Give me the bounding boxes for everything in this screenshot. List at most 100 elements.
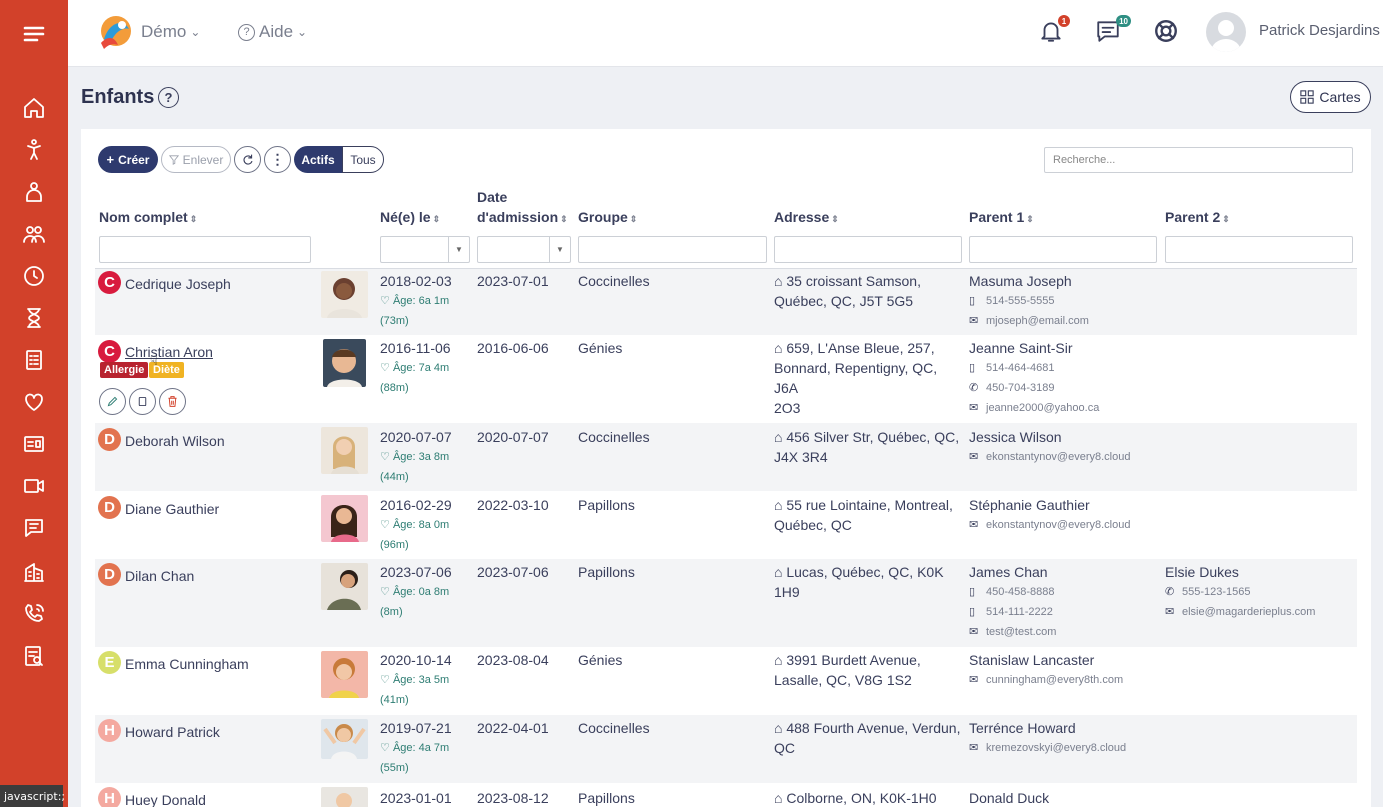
all-filter-button[interactable]: Tous xyxy=(342,146,384,173)
parent1-name[interactable]: Jeanne Saint-Sir xyxy=(969,338,1099,358)
parent2-filter-input[interactable] xyxy=(1165,236,1353,263)
table-row[interactable]: C Christian Aron Allergie Diète ☟ 2016-1… xyxy=(95,335,1357,423)
messages-button[interactable]: 10 xyxy=(1095,15,1131,48)
address-cell: ⌂ 456 Silver Str, Québec, QC, J4X 3R4 xyxy=(774,427,964,467)
notifications-button[interactable]: 1 xyxy=(1038,15,1070,48)
col-header-parent2[interactable]: Parent 2 ⇕ xyxy=(1165,207,1230,229)
born-cell: 2016-02-29 ♡ Âge: 8a 0m (96m) xyxy=(380,495,452,555)
col-header-parent1[interactable]: Parent 1 ⇕ xyxy=(969,207,1034,229)
parent1-name[interactable]: Terrénce Howard xyxy=(969,718,1126,738)
table-row[interactable]: D Deborah Wilson 2020-07-07 ♡ Âge: 3a 8m… xyxy=(95,423,1357,491)
pencil-icon xyxy=(107,396,118,407)
child-name[interactable]: Cedrique Joseph xyxy=(125,276,231,292)
child-name[interactable]: Emma Cunningham xyxy=(125,656,249,672)
admission-filter-input[interactable]: ▼ xyxy=(477,236,571,263)
address-filter-input[interactable] xyxy=(774,236,962,263)
demo-dropdown[interactable]: Démo ⌄ xyxy=(141,22,200,42)
table-row[interactable]: D Dilan Chan 2023-07-06 ♡ Âge: 0a 8m (8m… xyxy=(95,559,1357,647)
report-icon[interactable] xyxy=(0,636,68,676)
born-date: 2018-02-03 xyxy=(380,273,452,289)
bell-icon: ♡ xyxy=(380,586,390,598)
active-filter-button[interactable]: Actifs xyxy=(294,146,342,173)
parent2-name[interactable]: Elsie Dukes xyxy=(1165,562,1315,582)
address-cell: ⌂ 55 rue Lointaine, Montreal, Québec, QC xyxy=(774,495,964,535)
table-row[interactable]: H Howard Patrick 2019-07-21 ♡ Âge: 4a 7m… xyxy=(95,715,1357,783)
address-line: Québec, QC, J5T 5G5 xyxy=(774,293,914,309)
hourglass-icon[interactable] xyxy=(0,298,68,338)
more-options-button[interactable]: ⋮ xyxy=(264,146,291,173)
group-name: Papillons xyxy=(578,564,635,580)
initial-badge: C xyxy=(98,271,121,294)
message-icon[interactable] xyxy=(0,508,68,548)
heart-icon[interactable] xyxy=(0,382,68,422)
checklist-icon[interactable] xyxy=(0,340,68,380)
admission-date: 2023-07-01 xyxy=(477,273,549,289)
app-logo[interactable] xyxy=(96,15,134,51)
age-text: ♡ Âge: 8a 0m xyxy=(380,515,452,535)
child-name[interactable]: Christian Aron xyxy=(125,344,213,360)
child-name[interactable]: Huey Donald xyxy=(125,792,206,807)
table-row[interactable]: C Cedrique Joseph 2018-02-03 ♡ Âge: 6a 1… xyxy=(95,269,1357,335)
born-date: 2016-11-06 xyxy=(380,340,451,356)
col-header-name[interactable]: Nom complet ⇕ xyxy=(99,207,197,229)
refresh-button[interactable] xyxy=(234,146,261,173)
born-filter-input[interactable]: ▼ xyxy=(380,236,470,263)
mobile-icon: ▯ xyxy=(969,586,976,598)
user-name[interactable]: Patrick Desjardins xyxy=(1259,22,1380,39)
create-button[interactable]: + Créer xyxy=(98,146,158,173)
parent1-name[interactable]: Stanislaw Lancaster xyxy=(969,650,1123,670)
support-button[interactable] xyxy=(1153,18,1181,48)
age-value: Âge: 3a 8m xyxy=(392,451,450,463)
child-name[interactable]: Diane Gauthier xyxy=(125,501,219,517)
age-value: Âge: 3a 5m xyxy=(392,674,450,686)
phone-call-icon[interactable] xyxy=(0,594,68,634)
child-name[interactable]: Deborah Wilson xyxy=(125,433,225,449)
age-months: (55m) xyxy=(380,762,409,774)
parent1-email: ✉ jeanne2000@yahoo.ca xyxy=(969,398,1099,418)
copy-button[interactable] xyxy=(129,388,156,415)
chevron-down-icon[interactable]: ▼ xyxy=(448,237,469,262)
cards-view-button[interactable]: Cartes xyxy=(1290,81,1371,113)
parents-icon[interactable] xyxy=(0,214,68,254)
col-header-group[interactable]: Groupe ⇕ xyxy=(578,207,637,229)
parent1-name[interactable]: Stéphanie Gauthier xyxy=(969,495,1130,515)
search-input[interactable]: Recherche... xyxy=(1044,147,1353,173)
group-name: Génies xyxy=(578,340,623,356)
parent1-filter-input[interactable] xyxy=(969,236,1157,263)
home-icon[interactable] xyxy=(0,88,68,128)
child-name[interactable]: Dilan Chan xyxy=(125,568,194,584)
parent1-name[interactable]: Donald Duck xyxy=(969,788,1049,807)
hamburger-menu-icon[interactable] xyxy=(0,14,68,54)
video-icon[interactable] xyxy=(0,466,68,506)
address-line: 456 Silver Str, Québec, QC, xyxy=(786,429,960,445)
table-row[interactable]: E Emma Cunningham 2020-10-14 ♡ Âge: 3a 5… xyxy=(95,647,1357,715)
all-label: Tous xyxy=(350,152,376,167)
parent1-name[interactable]: Masuma Joseph xyxy=(969,271,1089,291)
col-header-born[interactable]: Né(e) le ⇕ xyxy=(380,207,440,229)
table-row[interactable]: D Diane Gauthier 2016-02-29 ♡ Âge: 8a 0m… xyxy=(95,491,1357,559)
child-photo xyxy=(321,719,368,759)
parent1-name[interactable]: Jessica Wilson xyxy=(969,427,1130,447)
child-icon[interactable] xyxy=(0,130,68,170)
clock-icon[interactable] xyxy=(0,256,68,296)
name-filter-input[interactable] xyxy=(99,236,311,263)
group-filter-input[interactable] xyxy=(578,236,767,263)
chevron-down-icon[interactable]: ▼ xyxy=(549,237,570,262)
col-header-admission[interactable]: Date d'admission ⇕ xyxy=(477,187,568,229)
educator-icon[interactable] xyxy=(0,172,68,212)
id-card-icon[interactable] xyxy=(0,424,68,464)
building-icon[interactable] xyxy=(0,552,68,592)
remove-filter-button[interactable]: Enlever xyxy=(161,146,231,173)
parent1-name[interactable]: James Chan xyxy=(969,562,1056,582)
delete-button[interactable] xyxy=(159,388,186,415)
help-dropdown[interactable]: ? Aide ⌄ xyxy=(238,22,307,42)
parent1-cell: Stanislaw Lancaster ✉ cunningham@every8th… xyxy=(969,650,1123,690)
col-header-address[interactable]: Adresse ⇕ xyxy=(774,207,839,229)
group-name: Coccinelles xyxy=(578,429,650,445)
table-row[interactable]: H Huey Donald 2023-01-01 2023-08-12 Papi… xyxy=(95,783,1357,807)
child-name[interactable]: Howard Patrick xyxy=(125,724,220,740)
address-line: Québec, QC xyxy=(774,517,852,533)
avatar[interactable] xyxy=(1206,12,1246,52)
help-icon[interactable]: ? xyxy=(158,87,179,108)
edit-button[interactable] xyxy=(99,388,126,415)
